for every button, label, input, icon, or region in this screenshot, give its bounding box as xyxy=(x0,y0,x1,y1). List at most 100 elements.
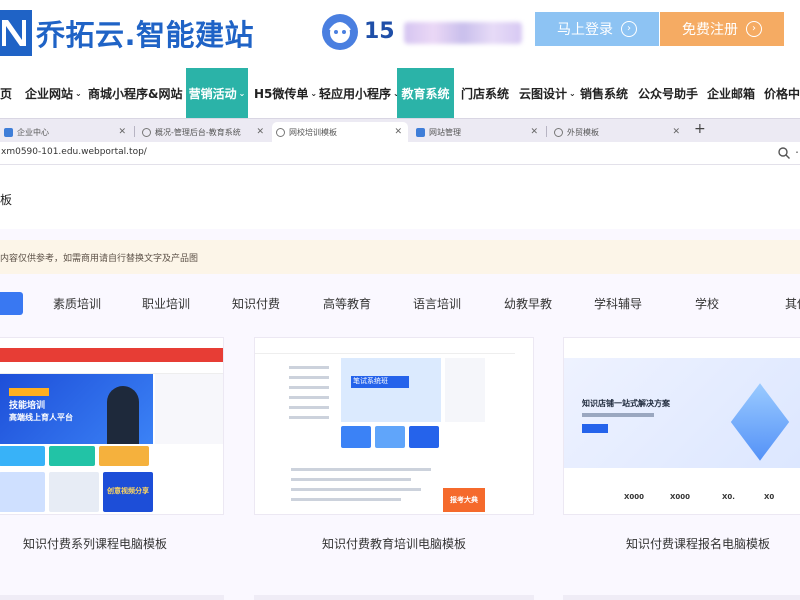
filter-item[interactable]: 职业培训 xyxy=(142,295,190,312)
filter-item[interactable]: 其他 xyxy=(785,295,800,312)
tab-label: 企业中心 xyxy=(17,128,49,137)
thumb-line xyxy=(291,468,431,471)
nav-item-h5[interactable]: H5微传单 ⌄ xyxy=(254,68,317,118)
chevron-down-icon: ⌄ xyxy=(75,88,82,98)
logo-text[interactable]: 乔拓云.智能建站 xyxy=(36,12,254,54)
thumb-line xyxy=(291,478,411,481)
thumb-banner: 技能培训 高端线上育人平台 xyxy=(0,374,153,444)
template-thumbnail[interactable]: 技能培训 高端线上育人平台 创意视频分享 xyxy=(0,337,224,515)
globe-icon xyxy=(554,128,563,137)
thumb-nav xyxy=(564,344,800,356)
thumb-banner: 知识店铺一站式解决方案 xyxy=(564,358,800,468)
thumb-tag xyxy=(9,388,49,396)
thumb-course-image xyxy=(49,472,99,512)
close-icon[interactable]: ✕ xyxy=(256,127,264,137)
tab-divider xyxy=(134,126,135,137)
nav-item-pricing[interactable]: 价格中心 xyxy=(764,68,800,118)
register-button[interactable]: 免费注册 › xyxy=(660,12,784,46)
customer-service-icon xyxy=(322,14,358,50)
filter-item[interactable]: 高等教育 xyxy=(323,295,371,312)
template-card[interactable]: 笔试系统班 报考大典 知识付费教育培训电脑模板 xyxy=(254,337,534,551)
filter-item[interactable]: 素质培训 xyxy=(53,295,101,312)
nav-item-enterprise-site[interactable]: 企业网站 ⌄ xyxy=(25,68,82,118)
thumb-line xyxy=(582,413,654,417)
thumb-side-panel xyxy=(155,374,223,444)
browser-tab[interactable]: 外贸模板 ✕ xyxy=(550,122,686,143)
filter-item[interactable]: 语言培训 xyxy=(413,295,461,312)
tab-label: 概况-管理后台-教育系统 xyxy=(155,128,241,137)
zoom-icon[interactable] xyxy=(777,146,791,160)
notice-bar: 内容仅供参考，如需商用请自行替换文字及产品图 xyxy=(0,240,800,274)
nav-item-design[interactable]: 云图设计 ⌄ xyxy=(519,68,576,118)
phone-number: 15 xyxy=(364,19,395,44)
nav-item-mail[interactable]: 企业邮箱 xyxy=(707,68,755,118)
nav-item-mini-program[interactable]: 轻应用小程序⌄ xyxy=(319,68,400,118)
login-button[interactable]: 马上登录 › xyxy=(535,12,659,46)
template-card[interactable]: 技能培训 高端线上育人平台 创意视频分享 知识付费系列课程电脑模板 xyxy=(0,337,224,551)
arrow-right-icon: › xyxy=(746,21,762,37)
app-icon xyxy=(4,128,13,137)
filter-item[interactable]: 知识付费 xyxy=(232,295,280,312)
tab-divider xyxy=(546,126,547,137)
template-thumbnail[interactable]: 知识店铺一站式解决方案 X000 X000 X0. X0 xyxy=(563,337,800,515)
thumb-banner-subtitle: 高端线上育人平台 xyxy=(9,413,73,422)
browser-tab-strip: 企业中心 ✕ 概况-管理后台-教育系统 ✕ 网校培训模板 ✕ 网站管理 ✕ 外贸… xyxy=(0,118,800,143)
more-icon[interactable]: ⋯ xyxy=(795,145,800,159)
thumb-line xyxy=(291,498,401,501)
browser-tab[interactable]: 企业中心 ✕ xyxy=(0,122,132,143)
thumb-3d-illustration xyxy=(730,383,790,461)
thumb-chip xyxy=(375,426,405,448)
template-caption[interactable]: 知识付费系列课程电脑模板 xyxy=(0,535,190,552)
nav-item-store[interactable]: 门店系统 xyxy=(461,68,509,118)
thumb-banner-title: 技能培训 xyxy=(9,401,46,411)
browser-tab[interactable]: 网站管理 ✕ xyxy=(412,122,544,143)
nav-label: 企业邮箱 xyxy=(707,86,756,101)
thumb-category-list xyxy=(285,358,337,448)
nav-item-wechat[interactable]: 公众号助手 xyxy=(638,68,698,118)
register-label: 免费注册 xyxy=(682,22,738,38)
thumb-button xyxy=(582,424,608,433)
close-icon[interactable]: ✕ xyxy=(394,127,402,137)
close-icon[interactable]: ✕ xyxy=(530,127,538,137)
chevron-down-icon: ⌄ xyxy=(238,88,246,98)
nav-item-education[interactable]: 教育系统 xyxy=(397,68,454,118)
thumb-line xyxy=(289,366,329,369)
filter-item[interactable]: 幼教早教 xyxy=(504,295,552,312)
thumb-nav xyxy=(0,362,223,374)
main-nav: 页 企业网站⌄ 商城小程序&网站⌄ 营销活动⌄ H5微传单⌄ 轻应用小程序⌄ 教… xyxy=(0,68,800,118)
nav-item-sales[interactable]: 销售系统 xyxy=(580,68,628,118)
breadcrumb: 板 xyxy=(0,165,800,229)
template-card-next-row xyxy=(0,595,224,600)
close-icon[interactable]: ✕ xyxy=(672,127,680,137)
thumb-person-image xyxy=(107,386,139,444)
filter-all-selected[interactable] xyxy=(0,292,23,315)
thumb-banner-title: 笔试系统班 xyxy=(351,376,409,388)
thumb-stat: X0. xyxy=(722,493,735,501)
globe-icon xyxy=(276,128,285,137)
thumb-stat: X0 xyxy=(764,493,775,501)
nav-label: 云图设计 xyxy=(519,86,568,101)
close-icon[interactable]: ✕ xyxy=(118,127,126,137)
template-thumbnail[interactable]: 笔试系统班 报考大典 xyxy=(254,337,534,515)
template-card[interactable]: 知识店铺一站式解决方案 X000 X000 X0. X0 知识付费课程报名电脑模… xyxy=(563,337,800,551)
nav-item-marketing[interactable]: 营销活动 ⌄ xyxy=(186,68,248,118)
nav-label: 公众号助手 xyxy=(638,86,699,101)
nav-item-home[interactable]: 页 xyxy=(0,68,12,118)
nav-item-mall[interactable]: 商城小程序&网站⌄ xyxy=(88,68,191,118)
nav-label: 营销活动 xyxy=(188,86,237,101)
nav-label: 商城小程序&网站 xyxy=(88,86,183,101)
template-caption[interactable]: 知识付费课程报名电脑模板 xyxy=(563,535,800,552)
url-input[interactable]: xm0590-101.edu.webportal.top/ xyxy=(1,147,147,157)
new-tab-icon[interactable]: + xyxy=(694,121,706,137)
thumb-badge: 创意视频分享 xyxy=(107,487,149,495)
filter-item[interactable]: 学科辅导 xyxy=(594,295,642,312)
filter-item[interactable]: 学校 xyxy=(695,295,719,312)
thumb-line xyxy=(291,488,421,491)
browser-tab[interactable]: 概况-管理后台-教育系统 ✕ xyxy=(138,122,270,143)
thumb-header-bar xyxy=(0,348,223,362)
app-icon xyxy=(416,128,425,137)
browser-tab-active[interactable]: 网校培训模板 ✕ xyxy=(272,122,408,143)
login-label: 马上登录 xyxy=(557,22,613,38)
template-caption[interactable]: 知识付费教育培训电脑模板 xyxy=(254,535,534,552)
thumb-line xyxy=(289,376,329,379)
